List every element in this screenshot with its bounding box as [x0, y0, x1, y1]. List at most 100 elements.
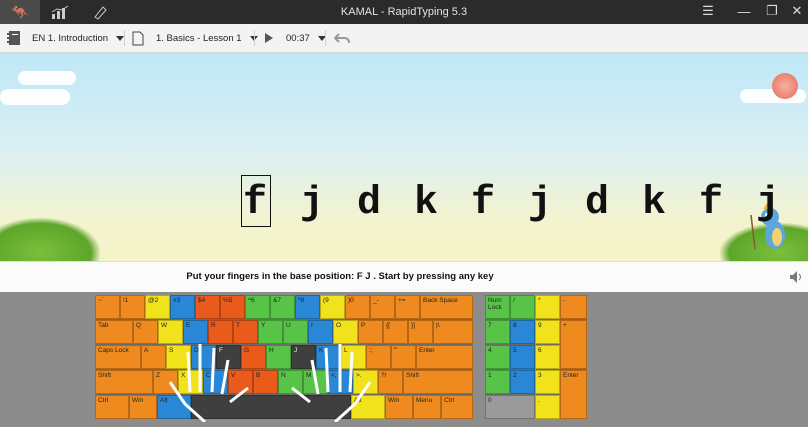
cloud: [0, 89, 70, 105]
lesson-letter: f: [699, 181, 724, 226]
key: Menu: [413, 395, 441, 419]
key: @2: [145, 295, 170, 319]
left-hand-icon: [168, 344, 249, 422]
right-hand-icon: [291, 344, 372, 422]
key: {[: [383, 320, 408, 344]
key: Enter: [560, 370, 587, 419]
key: Ctrl: [95, 395, 129, 419]
key: ?/: [378, 370, 403, 394]
close-button[interactable]: ✕: [784, 0, 808, 22]
instruction-bar: Put your fingers in the base position: F…: [0, 261, 808, 293]
key: P: [358, 320, 383, 344]
title-bar: 🦘 KAMAL - RapidTyping 5.3 ☰ — ❐ ✕: [0, 0, 808, 24]
key: .: [535, 395, 560, 419]
key: +=: [395, 295, 420, 319]
lesson-letter: d: [357, 181, 382, 226]
close-icon: ✕: [791, 3, 803, 18]
chevron-down-icon: [116, 35, 125, 41]
key: Enter: [416, 345, 473, 369]
sun-icon: [772, 73, 798, 99]
menu-button[interactable]: ☰: [695, 0, 721, 22]
lesson-selector[interactable]: 1. Basics - Lesson 1: [132, 24, 258, 52]
separator: [254, 30, 255, 46]
grass: [0, 218, 100, 261]
lesson-letter: j: [756, 181, 781, 226]
hamburger-icon: ☰: [702, 3, 714, 18]
key: )0: [345, 295, 370, 319]
key: *: [535, 295, 560, 319]
key: _-: [370, 295, 395, 319]
key: W: [158, 320, 183, 344]
key: 3: [535, 370, 560, 394]
keyboard-area: ~` !1 @2 #3 $4 %5 ^6 &7 *8 (9 )0 _- += B…: [0, 292, 808, 427]
key: 4: [485, 345, 510, 369]
key: &7: [270, 295, 295, 319]
speaker-icon[interactable]: [789, 270, 803, 284]
course-label: EN 1. Introduction: [32, 32, 109, 44]
key: |\: [433, 320, 473, 344]
key: 7: [485, 320, 510, 344]
key: Win: [385, 395, 413, 419]
lesson-label: 1. Basics - Lesson 1: [156, 32, 242, 44]
key: }]: [408, 320, 433, 344]
separator: [325, 30, 326, 46]
key: 5: [510, 345, 535, 369]
key: Shift: [95, 370, 153, 394]
separator: [124, 30, 125, 46]
key: %5: [220, 295, 245, 319]
lesson-letter: k: [414, 181, 439, 226]
key: U: [283, 320, 308, 344]
key: Q: [133, 320, 158, 344]
key: $4: [195, 295, 220, 319]
numeric-keypad: Num Lock / * - 7 8 9 + 4 5 6 1 2 3 Enter…: [485, 295, 587, 419]
current-letter: f: [241, 175, 300, 227]
key: T: [233, 320, 258, 344]
key: 0: [485, 395, 535, 419]
minimize-icon: —: [737, 3, 751, 19]
key: Num Lock: [485, 295, 510, 319]
course-selector[interactable]: EN 1. Introduction: [6, 24, 125, 52]
maximize-button[interactable]: ❐: [759, 0, 785, 22]
lesson-letters: f j d k f j d k f j: [241, 175, 808, 227]
lesson-letter: j: [300, 181, 325, 226]
key: Ctrl: [441, 395, 473, 419]
undo-icon: [334, 33, 350, 44]
key: ^6: [245, 295, 270, 319]
lesson-letter: d: [585, 181, 610, 226]
key: Caps Lock: [95, 345, 141, 369]
cloud: [18, 71, 76, 85]
key: 8: [510, 320, 535, 344]
window-title: KAMAL - RapidTyping 5.3: [340, 6, 468, 18]
key: +: [560, 320, 587, 369]
key: 9: [535, 320, 560, 344]
key: E: [183, 320, 208, 344]
key: "': [391, 345, 416, 369]
lesson-letter: f: [471, 181, 496, 226]
lesson-letter: k: [642, 181, 667, 226]
key: !1: [120, 295, 145, 319]
key: O: [333, 320, 358, 344]
key: Win: [129, 395, 157, 419]
undo-button[interactable]: [334, 24, 350, 52]
play-button[interactable]: [264, 24, 274, 52]
key: -: [560, 295, 587, 319]
key: *8: [295, 295, 320, 319]
key: R: [208, 320, 233, 344]
key: (9: [320, 295, 345, 319]
minimize-button[interactable]: —: [731, 0, 757, 22]
key: 1: [485, 370, 510, 394]
key: I: [308, 320, 333, 344]
key: /: [510, 295, 535, 319]
instruction-text: Put your fingers in the base position: F…: [186, 271, 494, 282]
restore-icon: ❐: [766, 3, 778, 18]
key: Shift: [403, 370, 473, 394]
key: Y: [258, 320, 283, 344]
timer-value: 00:37: [286, 32, 310, 44]
key: #3: [170, 295, 195, 319]
key: ~`: [95, 295, 120, 319]
key: Tab: [95, 320, 133, 344]
key: 2: [510, 370, 535, 394]
timer-selector[interactable]: 00:37: [286, 24, 326, 52]
lesson-letter: j: [528, 181, 553, 226]
hands-overlay: [168, 344, 372, 422]
